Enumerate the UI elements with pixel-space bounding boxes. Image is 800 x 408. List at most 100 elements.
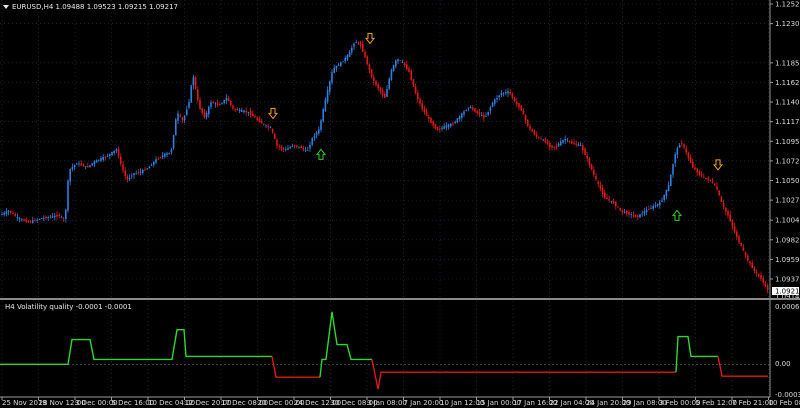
candle-body — [298, 146, 300, 148]
candle-body — [340, 62, 342, 66]
candle-body — [557, 143, 560, 147]
candle-body — [1, 214, 3, 216]
candle-body — [247, 111, 250, 113]
panel-separator[interactable] — [0, 298, 800, 300]
candle-body — [582, 144, 584, 151]
candle-body — [375, 80, 377, 86]
candle-body — [692, 161, 694, 168]
candle-body — [663, 195, 665, 200]
candle-body — [579, 145, 582, 146]
candle-body — [144, 169, 146, 171]
candle-body — [474, 108, 476, 112]
candle-body — [230, 101, 232, 106]
candle-body — [467, 107, 470, 109]
price-y-tick-label: 1.10725 — [775, 157, 800, 165]
candle-body — [456, 118, 459, 123]
candle-body — [238, 109, 241, 112]
candle-body — [243, 110, 245, 113]
candle-body — [285, 149, 287, 150]
candle-body — [67, 180, 69, 211]
candle-body — [386, 88, 388, 97]
candle-body — [698, 171, 701, 175]
candle-body — [190, 85, 192, 103]
candle-body — [718, 190, 720, 196]
candle-body — [113, 150, 115, 154]
candle-body — [188, 102, 190, 108]
candle-body — [421, 103, 423, 109]
candle-body — [390, 69, 393, 80]
candle-body — [507, 91, 509, 94]
candle-body — [205, 113, 208, 118]
candle-body — [194, 77, 197, 89]
price-y-tick-label: 1.11400 — [775, 99, 800, 107]
candle-body — [71, 166, 74, 170]
price-y-tick-label: 1.09595 — [775, 256, 800, 264]
candle-body — [142, 170, 144, 174]
candle-body — [357, 42, 360, 44]
price-y-tick-label: 1.10045 — [775, 217, 800, 225]
candle-body — [153, 161, 155, 165]
candle-body — [14, 214, 16, 217]
candle-body — [434, 124, 437, 129]
candle-body — [329, 81, 331, 92]
candle-body — [175, 119, 177, 136]
candle-body — [296, 145, 298, 147]
candle-body — [260, 120, 263, 124]
candle-body — [197, 89, 199, 100]
time-tick-label: 7 Jan 20:00 — [404, 399, 444, 407]
candle-body — [529, 126, 531, 130]
candle-body — [720, 196, 723, 202]
candle-body — [747, 255, 749, 261]
candle-body — [447, 124, 450, 128]
time-tick-label: 5 Feb 12:00 — [696, 399, 737, 407]
time-axis: 25 Nov 201928 Nov 12:003 Dec 00:005 Dec … — [1, 397, 800, 407]
price-header-text: EURUSD,H4 1.09488 1.09523 1.09215 1.0921… — [12, 3, 178, 11]
candle-body — [100, 158, 102, 161]
candle-body — [729, 214, 731, 222]
candle-body — [109, 153, 111, 156]
candle-body — [751, 262, 753, 269]
candle-body — [348, 51, 351, 57]
candle-body — [62, 218, 65, 220]
candle-body — [313, 135, 316, 138]
candle-body — [758, 273, 760, 276]
candle-body — [40, 218, 43, 220]
candle-body — [12, 213, 14, 214]
candle-body — [703, 176, 705, 178]
candle-body — [630, 214, 632, 216]
candle-body — [518, 103, 520, 108]
candle-body — [711, 181, 714, 183]
candle-body — [219, 104, 221, 106]
candle-body — [650, 208, 652, 209]
candle-body — [36, 219, 38, 221]
candle-body — [608, 199, 610, 201]
candle-body — [146, 168, 148, 170]
candle-body — [186, 109, 188, 115]
candle-body — [78, 163, 80, 165]
candle-body — [760, 275, 762, 279]
candle-body — [445, 125, 448, 128]
candle-body — [727, 211, 729, 216]
candle-body — [76, 163, 78, 165]
candle-body — [599, 184, 602, 190]
candle-body — [549, 142, 551, 148]
candle-body — [670, 174, 672, 187]
candle-body — [324, 99, 327, 112]
candle-body — [674, 154, 676, 164]
candle-body — [436, 127, 439, 131]
candle-body — [212, 101, 214, 104]
candle-body — [461, 113, 463, 118]
candle-body — [753, 267, 756, 272]
candle-body — [274, 134, 276, 139]
candle-body — [637, 215, 639, 218]
candle-body — [652, 205, 654, 209]
indicator-tick-top: 0.0006 — [775, 303, 800, 311]
candle-body — [621, 209, 624, 212]
candle-body — [293, 145, 296, 147]
candle-body — [29, 221, 32, 223]
candle-body — [177, 113, 179, 121]
candle-body — [401, 61, 404, 63]
candle-body — [287, 148, 289, 150]
candle-body — [566, 139, 569, 141]
candle-body — [685, 148, 687, 153]
